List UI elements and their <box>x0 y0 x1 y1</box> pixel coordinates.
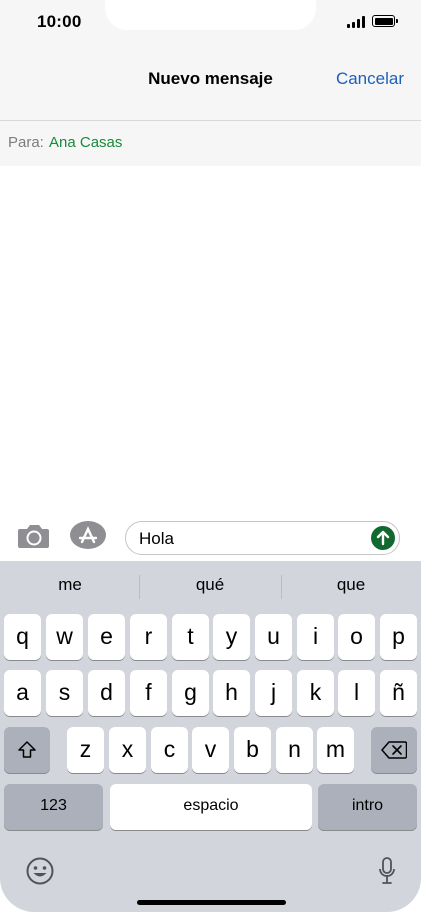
key-g[interactable]: g <box>172 670 209 716</box>
key-j[interactable]: j <box>255 670 292 716</box>
key-h[interactable]: h <box>213 670 250 716</box>
notch <box>105 0 316 30</box>
key-r[interactable]: r <box>130 614 167 660</box>
suggestion-3[interactable]: que <box>281 575 421 595</box>
message-input[interactable]: Hola <box>125 521 400 555</box>
status-bar: 10:00 <box>0 0 421 44</box>
return-key[interactable]: intro <box>318 784 417 830</box>
shift-icon <box>18 741 36 758</box>
compose-bar: Hola <box>0 510 421 562</box>
shift-key[interactable] <box>4 727 50 773</box>
suggestion-1[interactable]: me <box>0 575 140 595</box>
recipient-name[interactable]: Ana Casas <box>49 134 122 151</box>
app-store-icon[interactable] <box>70 521 107 549</box>
key-w[interactable]: w <box>46 614 83 660</box>
key-e[interactable]: e <box>88 614 125 660</box>
key-z[interactable]: z <box>67 727 104 773</box>
navigation-bar: Nuevo mensaje Cancelar <box>0 44 421 121</box>
delete-key[interactable] <box>371 727 417 773</box>
key-x[interactable]: x <box>109 727 146 773</box>
space-key[interactable]: espacio <box>110 784 312 830</box>
camera-icon[interactable] <box>17 523 50 549</box>
delete-icon <box>381 741 407 759</box>
suggestion-bar: me qué que <box>0 561 421 611</box>
signal-icon <box>347 16 367 28</box>
recipient-label: Para: <box>8 134 44 151</box>
numbers-key[interactable]: 123 <box>4 784 103 830</box>
suggestion-2[interactable]: qué <box>140 575 280 595</box>
cancel-button[interactable]: Cancelar <box>336 69 404 89</box>
key-n[interactable]: n <box>276 727 313 773</box>
key-enye[interactable]: ñ <box>380 670 417 716</box>
key-u[interactable]: u <box>255 614 292 660</box>
emoji-icon[interactable] <box>25 856 55 886</box>
keyboard: me qué que q w e r t y u i o p a s d f g… <box>0 561 421 912</box>
send-arrow-icon <box>376 530 390 546</box>
key-a[interactable]: a <box>4 670 41 716</box>
key-v[interactable]: v <box>192 727 229 773</box>
key-s[interactable]: s <box>46 670 83 716</box>
key-b[interactable]: b <box>234 727 271 773</box>
key-t[interactable]: t <box>172 614 209 660</box>
message-text: Hola <box>139 529 174 548</box>
key-d[interactable]: d <box>88 670 125 716</box>
microphone-icon[interactable] <box>378 856 396 886</box>
key-m[interactable]: m <box>317 727 354 773</box>
key-q[interactable]: q <box>4 614 41 660</box>
key-f[interactable]: f <box>130 670 167 716</box>
send-button[interactable] <box>371 526 395 550</box>
key-o[interactable]: o <box>338 614 375 660</box>
key-p[interactable]: p <box>380 614 417 660</box>
recipient-field[interactable]: Para: Ana Casas <box>0 121 421 166</box>
key-y[interactable]: y <box>213 614 250 660</box>
home-indicator[interactable] <box>137 900 286 905</box>
phone-screen: 10:00 Nuevo mensaje Cancelar Para: Ana C… <box>0 0 421 912</box>
key-c[interactable]: c <box>151 727 188 773</box>
battery-icon <box>372 15 398 27</box>
key-i[interactable]: i <box>297 614 334 660</box>
key-k[interactable]: k <box>297 670 334 716</box>
key-l[interactable]: l <box>338 670 375 716</box>
status-time: 10:00 <box>37 12 82 31</box>
